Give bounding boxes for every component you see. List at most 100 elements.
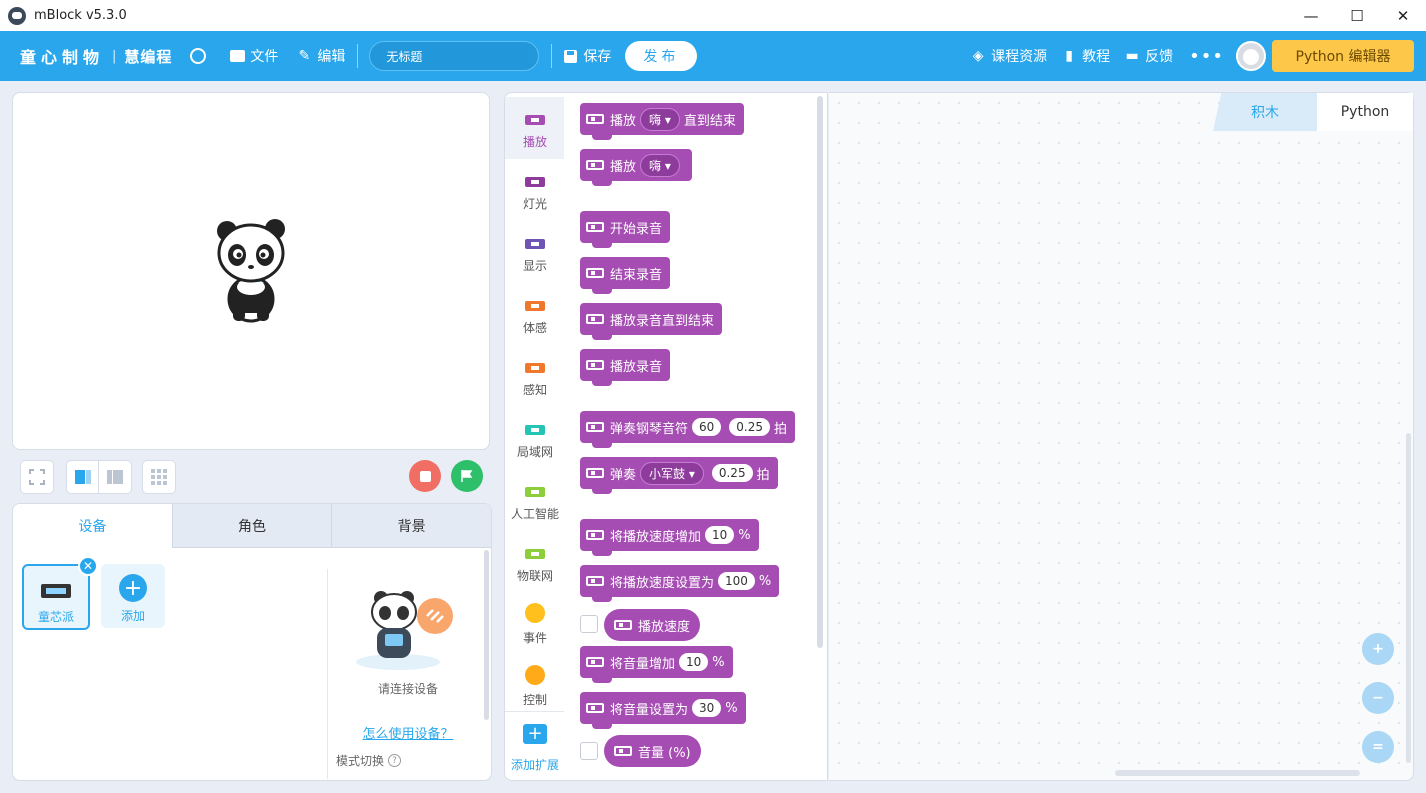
tutorial-link[interactable]: ▮ 教程 (1061, 46, 1110, 66)
connect-illustration (343, 584, 473, 678)
block-palette: 播放 嗨 ▾ 直到结束 播放 嗨 ▾ 开始录音 结束录音 播放录音直到结束 播放… (564, 92, 828, 781)
category-label: 控制 (522, 693, 547, 707)
category-lights[interactable]: 灯光 (505, 159, 565, 221)
block-stop-recording[interactable]: 结束录音 (580, 257, 671, 294)
block-play-sound[interactable]: 播放 嗨 ▾ (580, 149, 692, 186)
user-avatar[interactable] (1236, 41, 1266, 71)
large-stage-button[interactable] (67, 461, 100, 493)
help-icon[interactable]: ? (388, 754, 402, 767)
tab-blocks[interactable]: 积木 (1213, 93, 1317, 131)
category-label: 事件 (522, 631, 547, 645)
block-categories: 播放 灯光 显示 体感 感知 局域网 人工智能 物联网 事件 控制 + 添加扩展 (504, 92, 565, 781)
feedback-link[interactable]: ▬ 反馈 (1124, 46, 1174, 66)
edit-menu-label: 编辑 (317, 49, 346, 65)
workspace-horizontal-scrollbar[interactable] (1115, 770, 1360, 776)
device-name: 童芯派 (37, 610, 74, 624)
block-play-recording[interactable]: 播放录音 (580, 349, 671, 386)
large-stage-icon (74, 470, 91, 484)
category-label: 物联网 (516, 569, 553, 583)
tempo-monitor-checkbox[interactable] (580, 615, 598, 633)
grid-view-button[interactable] (142, 460, 176, 494)
note-input[interactable]: 60 (692, 418, 722, 436)
block-text: 结束录音 (610, 267, 663, 283)
category-label: 显示 (522, 259, 547, 273)
tab-sprites[interactable]: 角色 (171, 504, 332, 548)
stop-button[interactable] (409, 460, 441, 492)
category-label: 感知 (522, 383, 547, 397)
block-text: 拍 (756, 467, 770, 483)
display-block-icon (525, 239, 545, 249)
category-ai[interactable]: 人工智能 (505, 469, 565, 531)
workspace-vertical-scrollbar[interactable] (1406, 433, 1411, 763)
block-tempo-reporter[interactable]: 播放速度 (604, 609, 701, 641)
stage-canvas[interactable] (12, 92, 490, 450)
zoom-out-button[interactable]: − (1362, 682, 1394, 714)
speaker-icon (586, 703, 604, 713)
publish-button[interactable]: 发布 (625, 41, 698, 71)
more-menu-button[interactable]: ••• (1189, 46, 1224, 67)
tempo-input[interactable]: 10 (705, 526, 735, 544)
tab-backgrounds[interactable]: 背景 (331, 504, 491, 548)
category-lan[interactable]: 局域网 (505, 407, 565, 469)
panel-divider (327, 569, 328, 779)
device-panel-scrollbar[interactable] (484, 550, 489, 720)
category-iot[interactable]: 物联网 (505, 531, 565, 593)
beats-input[interactable]: 0.25 (729, 418, 771, 436)
category-display[interactable]: 显示 (505, 221, 565, 283)
tab-python[interactable]: Python (1317, 93, 1413, 131)
script-workspace[interactable]: 积木 Python + − = (829, 92, 1414, 781)
add-extension-button[interactable]: + 添加扩展 (505, 711, 565, 781)
palette-scrollbar[interactable] (817, 96, 823, 648)
category-motion-sensing[interactable]: 体感 (505, 283, 565, 345)
file-menu[interactable]: 文件 (229, 46, 278, 66)
zoom-reset-button[interactable]: = (1362, 731, 1394, 763)
language-menu[interactable] (190, 48, 211, 64)
volume-monitor-checkbox[interactable] (580, 742, 598, 760)
globe-icon (190, 48, 207, 64)
block-volume-reporter[interactable]: 音量 (%) (604, 735, 701, 767)
block-play-piano-note[interactable]: 弹奏钢琴音符 60 0.25 拍 (580, 411, 796, 448)
block-set-volume-to[interactable]: 将音量设置为 30 % (580, 692, 746, 729)
save-button[interactable]: 保存 (564, 46, 611, 66)
add-device-button[interactable]: + 添加 (101, 564, 165, 628)
python-editor-button[interactable]: Python 编辑器 (1272, 40, 1414, 72)
category-play[interactable]: 播放 (505, 97, 565, 159)
device-card-cyberpi[interactable]: 童芯派 (22, 564, 90, 630)
project-name-input[interactable]: 无标题 (369, 41, 540, 71)
sound-dropdown[interactable]: 嗨 ▾ (640, 107, 680, 131)
block-play-drum[interactable]: 弹奏 小军鼓 ▾ 0.25 拍 (580, 457, 778, 494)
device-panel: 设备 角色 背景 童芯派 ✕ + 添加 请连接设备 怎么使用设备？ 模式切换 ? (12, 503, 492, 781)
course-resources-link[interactable]: ◈ 课程资源 (970, 46, 1047, 66)
how-to-use-device-link[interactable]: 怎么使用设备？ (343, 723, 473, 742)
block-change-tempo-by[interactable]: 将播放速度增加 10 % (580, 519, 759, 556)
speaker-icon (586, 422, 604, 432)
maximize-button[interactable]: ☐ (1334, 0, 1380, 31)
volume-input[interactable]: 10 (679, 653, 709, 671)
zoom-in-button[interactable]: + (1362, 633, 1394, 665)
remove-device-button[interactable]: ✕ (78, 556, 98, 576)
block-play-recording-until-done[interactable]: 播放录音直到结束 (580, 303, 723, 340)
zoom-in-icon: + (1372, 641, 1384, 657)
block-play-sound-until-done[interactable]: 播放 嗨 ▾ 直到结束 (580, 103, 744, 140)
block-start-recording[interactable]: 开始录音 (580, 211, 671, 248)
block-set-tempo-to[interactable]: 将播放速度设置为 100 % (580, 565, 780, 602)
category-sensing[interactable]: 感知 (505, 345, 565, 407)
category-events[interactable]: 事件 (505, 593, 565, 655)
small-stage-button[interactable] (99, 461, 131, 493)
sound-dropdown[interactable]: 嗨 ▾ (640, 153, 680, 177)
panda-sprite[interactable] (215, 217, 287, 323)
category-control[interactable]: 控制 (505, 655, 565, 717)
minimize-button[interactable]: — (1288, 0, 1334, 31)
block-text: 播放录音 (610, 359, 663, 375)
drum-dropdown[interactable]: 小军鼓 ▾ (640, 461, 704, 485)
edit-menu[interactable]: ✎ 编辑 (296, 46, 346, 66)
beats-input[interactable]: 0.25 (711, 464, 753, 482)
window-title: mBlock v5.3.0 (34, 8, 127, 23)
tempo-input[interactable]: 100 (718, 572, 755, 590)
fullscreen-button[interactable] (20, 460, 54, 494)
tab-devices[interactable]: 设备 (13, 504, 172, 548)
block-change-volume-by[interactable]: 将音量增加 10 % (580, 646, 733, 683)
close-button[interactable]: ✕ (1380, 0, 1426, 31)
volume-input[interactable]: 30 (692, 699, 722, 717)
green-flag-button[interactable] (451, 460, 483, 492)
